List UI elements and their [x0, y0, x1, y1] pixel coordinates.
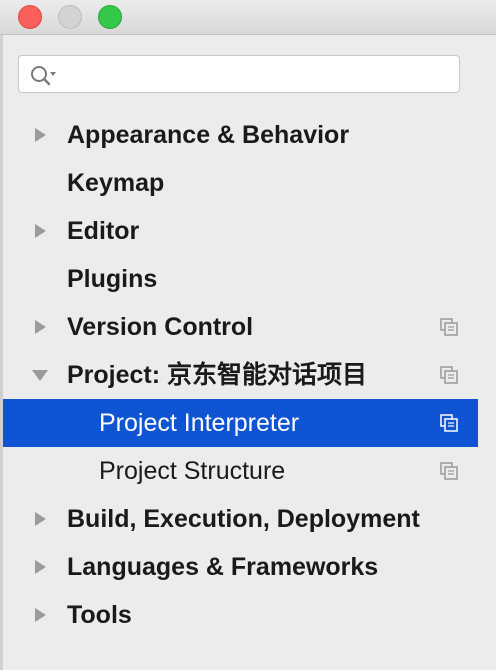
expand-arrow-icon[interactable] — [32, 511, 48, 527]
expand-arrow-icon[interactable] — [32, 127, 48, 143]
copy-settings-icon — [440, 366, 458, 384]
tree-item[interactable]: Plugins — [3, 255, 478, 303]
tree-item[interactable]: Keymap — [3, 159, 478, 207]
tree-item[interactable]: Project: 京东智能对话项目 — [3, 351, 478, 399]
tree-item-label: Project: 京东智能对话项目 — [67, 361, 368, 389]
tree-item-label: Tools — [67, 601, 132, 629]
expand-arrow-icon[interactable] — [32, 607, 48, 623]
tree-item[interactable]: Build, Execution, Deployment — [3, 495, 478, 543]
settings-search-box[interactable] — [18, 55, 460, 93]
tree-item-label: Project Interpreter — [99, 409, 300, 437]
expand-arrow-icon[interactable] — [32, 319, 48, 335]
tree-item[interactable]: Languages & Frameworks — [3, 543, 478, 591]
tree-item[interactable]: Tools — [3, 591, 478, 639]
tree-item[interactable]: Version Control — [3, 303, 478, 351]
right-window-edge — [478, 35, 496, 670]
zoom-window-icon[interactable] — [98, 5, 122, 29]
search-input[interactable] — [63, 60, 457, 90]
window-titlebar — [0, 0, 496, 35]
settings-tree: Appearance & Behavior Keymap Editor Plugins… — [3, 111, 478, 639]
copy-settings-icon — [440, 318, 458, 336]
minimize-window-icon[interactable] — [58, 5, 82, 29]
tree-item[interactable]: Editor — [3, 207, 478, 255]
tree-item[interactable]: Project Interpreter — [3, 399, 478, 447]
copy-settings-icon — [440, 462, 458, 480]
copy-settings-icon — [440, 414, 458, 432]
tree-item-label: Keymap — [67, 169, 165, 197]
tree-item[interactable]: Project Structure — [3, 447, 478, 495]
expand-arrow-icon[interactable] — [32, 223, 48, 239]
tree-item-label: Languages & Frameworks — [67, 553, 379, 581]
tree-item-label: Plugins — [67, 265, 158, 293]
tree-item[interactable]: Appearance & Behavior — [3, 111, 478, 159]
tree-item-label: Build, Execution, Deployment — [67, 505, 420, 533]
expand-arrow-icon[interactable] — [32, 559, 48, 575]
tree-item-label: Editor — [67, 217, 140, 245]
collapse-arrow-icon[interactable] — [32, 367, 48, 383]
search-icon[interactable] — [29, 63, 59, 87]
tree-item-label: Project Structure — [99, 457, 286, 485]
tree-item-label: Version Control — [67, 313, 254, 341]
close-window-icon[interactable] — [18, 5, 42, 29]
tree-item-label: Appearance & Behavior — [67, 121, 350, 149]
